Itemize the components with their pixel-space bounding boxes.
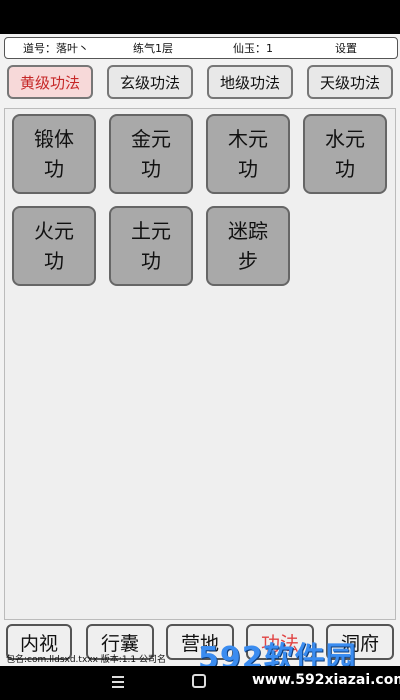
menu-icon[interactable] [112, 676, 124, 688]
settings-link[interactable]: 设置 [335, 40, 357, 56]
jade-count: 仙玉：1 [233, 42, 273, 55]
tab-heaven-tier[interactable]: 天级功法 [307, 65, 393, 99]
realm-level: 练气1层 [133, 42, 173, 55]
skill-button-earth-element[interactable]: 土元 功 [109, 206, 193, 286]
skill-button-metal-element[interactable]: 金元 功 [109, 114, 193, 194]
tab-yellow-tier[interactable]: 黄级功法 [7, 65, 93, 99]
package-info-text: 包名:com.lldsxd.txxx 版本:1.1 公司名 [6, 655, 166, 665]
skill-button-wood-element[interactable]: 木元 功 [206, 114, 290, 194]
skill-list-panel: 锻体 功 金元 功 木元 功 水元 功 火元 功 土元 功 迷踪 步 [4, 108, 396, 620]
watermark-url: www.592xiazai.com [252, 672, 400, 688]
status-bar-area [0, 0, 400, 34]
skill-tier-tabs: 黄级功法 玄级功法 地级功法 天级功法 [0, 62, 400, 106]
tab-mystic-tier[interactable]: 玄级功法 [107, 65, 193, 99]
skill-button-water-element[interactable]: 水元 功 [303, 114, 387, 194]
top-info-bar: 道号：落叶丶 练气1层 仙玉：1 设置 [4, 37, 398, 59]
skill-button-phantom-step[interactable]: 迷踪 步 [206, 206, 290, 286]
skill-button-fire-element[interactable]: 火元 功 [12, 206, 96, 286]
skill-button-body-tempering[interactable]: 锻体 功 [12, 114, 96, 194]
account-name: 道号：落叶丶 [23, 42, 89, 55]
app-screen: 道号：落叶丶 练气1层 仙玉：1 设置 黄级功法 玄级功法 地级功法 天级功法 … [0, 0, 400, 666]
home-icon[interactable] [192, 674, 206, 688]
tab-earth-tier[interactable]: 地级功法 [207, 65, 293, 99]
